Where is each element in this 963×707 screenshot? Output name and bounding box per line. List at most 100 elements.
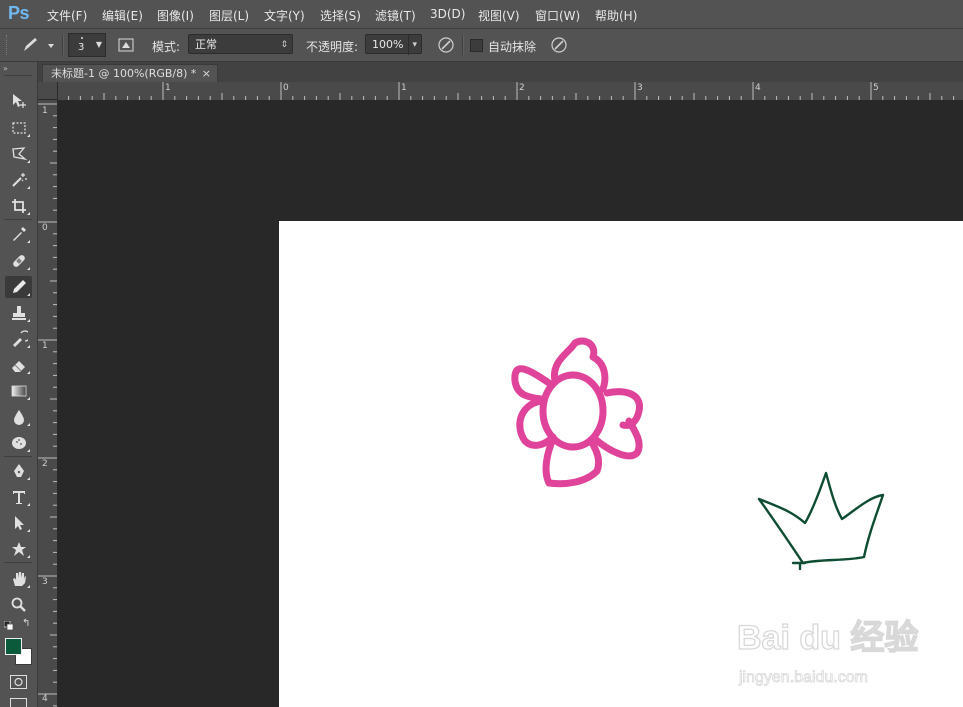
vertical-ruler[interactable]: 1 0 1 2 3 4 [38, 100, 58, 707]
submenu-corner-icon [27, 449, 30, 452]
submenu-corner-icon [27, 345, 30, 348]
default-colors-button[interactable] [3, 619, 14, 631]
quick-mask-icon [10, 675, 27, 689]
ruler-label: 1 [42, 106, 48, 116]
submenu-corner-icon [27, 423, 30, 426]
grip-handle[interactable] [6, 35, 11, 55]
menu-select[interactable]: 选择(S) [320, 7, 361, 24]
auto-erase-checkbox[interactable] [470, 39, 483, 52]
document-canvas[interactable]: Bai du 经验 jingyen.baidu.com [279, 221, 963, 707]
ruler-label: 2 [519, 83, 525, 93]
healing-brush-tool[interactable] [5, 250, 32, 272]
collapse-icon[interactable]: » [3, 64, 8, 73]
lasso-tool[interactable] [5, 143, 32, 165]
menu-edit[interactable]: 编辑(E) [102, 7, 143, 24]
photoshop-logo: Ps [8, 3, 30, 23]
gradient-icon [11, 385, 26, 397]
ruler-label: 1 [165, 83, 171, 93]
sponge-icon [11, 437, 26, 449]
green-crown-drawing [757, 471, 885, 571]
ruler-label: 0 [283, 83, 289, 93]
tablet-pressure-size-button[interactable] [549, 36, 569, 54]
menu-help[interactable]: 帮助(H) [595, 7, 637, 24]
ruler-label: 0 [42, 223, 48, 233]
foreground-color-swatch[interactable] [5, 638, 22, 655]
brush-panel-toggle[interactable] [116, 36, 136, 54]
magnifier-icon [11, 597, 26, 612]
magic-wand-tool[interactable] [5, 169, 32, 191]
move-tool[interactable] [5, 90, 32, 112]
menu-file[interactable]: 文件(F) [47, 7, 87, 24]
pen-tool[interactable] [5, 460, 32, 482]
menu-type[interactable]: 文字(Y) [264, 7, 305, 24]
menu-image[interactable]: 图像(I) [157, 7, 194, 24]
pen-nib-icon [13, 464, 24, 477]
eyedropper-icon [12, 227, 26, 241]
history-brush-tool[interactable] [5, 328, 32, 350]
tool-preset-picker[interactable] [20, 35, 58, 55]
arrow-cursor-icon [14, 516, 24, 530]
watermark-url: jingyen.baidu.com [738, 669, 868, 686]
close-icon[interactable]: × [202, 65, 211, 82]
ruler-origin[interactable] [38, 82, 58, 100]
pencil-tool[interactable] [5, 276, 32, 298]
path-selection-tool[interactable] [5, 512, 32, 534]
menu-view[interactable]: 视图(V) [478, 7, 520, 24]
menu-filter[interactable]: 滤镜(T) [375, 7, 416, 24]
submenu-corner-icon [27, 134, 30, 137]
screen-mode-button[interactable] [10, 698, 27, 707]
blur-tool[interactable] [5, 406, 32, 428]
options-bar: 3 ▼ 模式: 正常 ⇕ 不透明度: 100% ▾ 自动抹除 [0, 29, 963, 62]
separator [4, 456, 32, 457]
quick-mask-button[interactable] [10, 675, 27, 689]
dodge-tool[interactable] [5, 432, 32, 454]
baidu-watermark: Bai du 经验 jingyen.baidu.com [736, 617, 919, 686]
submenu-corner-icon [27, 529, 30, 532]
eraser-icon [11, 361, 25, 372]
polygon-lasso-icon [11, 147, 27, 161]
ruler-label: 4 [42, 694, 48, 704]
ruler-label: 5 [873, 83, 879, 93]
horizontal-ruler[interactable]: 1 0 1 2 3 4 5 [58, 82, 963, 101]
default-colors-icon [3, 620, 14, 631]
watermark-brand: Bai du 经验 [737, 618, 918, 657]
submenu-corner-icon [27, 585, 30, 588]
ruler-label: 1 [401, 83, 407, 93]
eyedropper-tool[interactable] [5, 223, 32, 245]
crop-tool[interactable] [5, 195, 32, 217]
updown-arrow-icon: ⇕ [280, 40, 288, 50]
document-tab[interactable]: 未标题-1 @ 100%(RGB/8) * × [42, 64, 218, 82]
type-tool[interactable] [5, 486, 32, 508]
clone-stamp-tool[interactable] [5, 302, 32, 324]
menu-bar: Ps 文件(F) 编辑(E) 图像(I) 图层(L) 文字(Y) 选择(S) 滤… [0, 0, 963, 29]
zoom-tool[interactable] [5, 594, 32, 616]
menu-3d[interactable]: 3D(D) [430, 7, 465, 21]
menu-window[interactable]: 窗口(W) [535, 7, 580, 24]
ruler-label: 3 [42, 577, 48, 587]
mode-value: 正常 [195, 38, 217, 51]
document-tab-title: 未标题-1 @ 100%(RGB/8) * [51, 67, 197, 80]
mode-select[interactable]: 正常 ⇕ [188, 34, 293, 54]
pencil-icon [12, 280, 26, 293]
brush-size-value: 3 [78, 42, 85, 53]
pink-flower-drawing [511, 337, 643, 488]
custom-shape-tool[interactable] [5, 538, 32, 560]
marquee-tool[interactable] [5, 117, 32, 139]
mode-label: 模式: [152, 40, 181, 54]
hand-tool[interactable] [5, 568, 32, 590]
ruler-label: 4 [755, 83, 761, 93]
tablet-pressure-opacity-button[interactable] [436, 36, 456, 54]
opacity-value: 100% [372, 38, 404, 51]
gradient-tool[interactable] [5, 380, 32, 402]
opacity-field[interactable]: 100% ▾ [365, 34, 422, 55]
submenu-corner-icon [27, 240, 30, 243]
eraser-tool[interactable] [5, 354, 32, 376]
hand-icon [12, 572, 26, 586]
menu-layer[interactable]: 图层(L) [209, 7, 249, 24]
swap-colors-icon[interactable]: ↰ [22, 619, 32, 629]
opacity-label: 不透明度: [306, 40, 359, 54]
history-brush-icon [12, 330, 28, 347]
brush-size-picker[interactable]: 3 ▼ [68, 33, 106, 57]
custom-shape-icon [11, 542, 26, 556]
rectangle-marquee-icon [11, 122, 26, 134]
